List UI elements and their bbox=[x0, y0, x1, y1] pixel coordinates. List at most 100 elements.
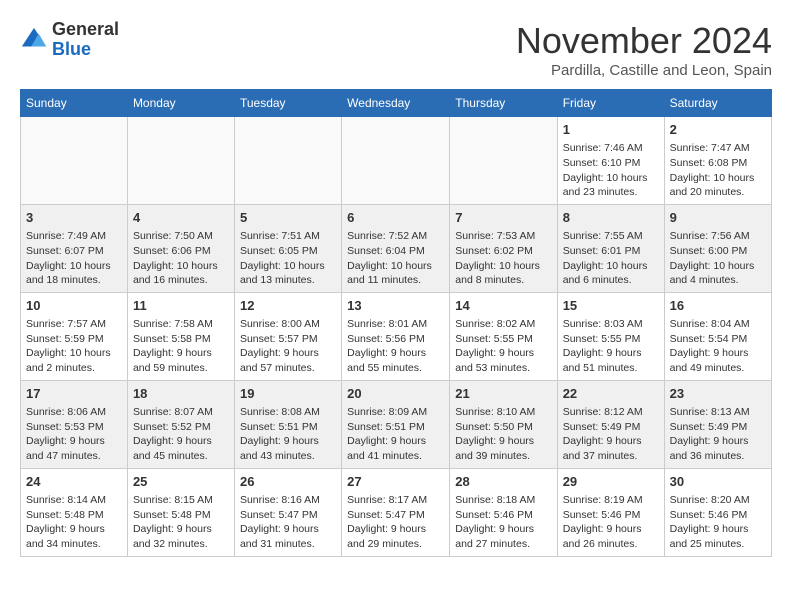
day-info: Sunset: 5:46 PM bbox=[563, 508, 659, 523]
weekday-header-thursday: Thursday bbox=[450, 90, 557, 117]
day-info: Sunset: 5:52 PM bbox=[133, 420, 229, 435]
day-info: Sunrise: 8:01 AM bbox=[347, 317, 444, 332]
calendar-week-4: 24Sunrise: 8:14 AMSunset: 5:48 PMDayligh… bbox=[21, 468, 772, 556]
day-number: 8 bbox=[563, 209, 659, 227]
day-info: Sunrise: 7:55 AM bbox=[563, 229, 659, 244]
day-number: 9 bbox=[670, 209, 766, 227]
calendar-table: SundayMondayTuesdayWednesdayThursdayFrid… bbox=[20, 89, 772, 557]
weekday-header-wednesday: Wednesday bbox=[342, 90, 450, 117]
day-number: 4 bbox=[133, 209, 229, 227]
day-number: 16 bbox=[670, 297, 766, 315]
calendar-cell: 5Sunrise: 7:51 AMSunset: 6:05 PMDaylight… bbox=[234, 204, 341, 292]
day-info: Sunset: 5:56 PM bbox=[347, 332, 444, 347]
day-number: 18 bbox=[133, 385, 229, 403]
day-info: Sunset: 6:08 PM bbox=[670, 156, 766, 171]
calendar-week-1: 3Sunrise: 7:49 AMSunset: 6:07 PMDaylight… bbox=[21, 204, 772, 292]
day-info: Sunrise: 8:03 AM bbox=[563, 317, 659, 332]
day-info: Daylight: 9 hours and 29 minutes. bbox=[347, 522, 444, 551]
day-number: 3 bbox=[26, 209, 122, 227]
day-info: Sunset: 6:04 PM bbox=[347, 244, 444, 259]
day-number: 7 bbox=[455, 209, 551, 227]
calendar-cell: 16 Sunrise: 8:04 AMSunset: 5:54 PMDayligh… bbox=[664, 292, 771, 380]
day-info: Sunset: 5:49 PM bbox=[670, 420, 766, 435]
day-info: Sunrise: 8:16 AM bbox=[240, 493, 336, 508]
weekday-header-saturday: Saturday bbox=[664, 90, 771, 117]
day-info: Sunset: 5:47 PM bbox=[240, 508, 336, 523]
day-info: Sunrise: 8:10 AM bbox=[455, 405, 551, 420]
day-info: Daylight: 10 hours and 8 minutes. bbox=[455, 259, 551, 288]
day-number: 21 bbox=[455, 385, 551, 403]
day-info: Sunrise: 8:14 AM bbox=[26, 493, 122, 508]
day-info: Sunset: 6:10 PM bbox=[563, 156, 659, 171]
day-info: Sunrise: 8:07 AM bbox=[133, 405, 229, 420]
day-number: 5 bbox=[240, 209, 336, 227]
day-info: Daylight: 9 hours and 36 minutes. bbox=[670, 434, 766, 463]
day-info: Sunset: 6:01 PM bbox=[563, 244, 659, 259]
day-info: Sunset: 5:54 PM bbox=[670, 332, 766, 347]
day-info: Sunset: 6:06 PM bbox=[133, 244, 229, 259]
calendar-cell: 13 Sunrise: 8:01 AMSunset: 5:56 PMDayligh… bbox=[342, 292, 450, 380]
day-info: Daylight: 9 hours and 57 minutes. bbox=[240, 346, 336, 375]
day-number: 2 bbox=[670, 121, 766, 139]
day-info: Daylight: 9 hours and 39 minutes. bbox=[455, 434, 551, 463]
weekday-header-friday: Friday bbox=[557, 90, 664, 117]
calendar-cell: 25Sunrise: 8:15 AMSunset: 5:48 PMDayligh… bbox=[127, 468, 234, 556]
header: General Blue November 2024 Pardilla, Cas… bbox=[20, 20, 772, 79]
day-info: Daylight: 10 hours and 23 minutes. bbox=[563, 171, 659, 200]
day-info: Sunrise: 7:52 AM bbox=[347, 229, 444, 244]
calendar-cell bbox=[127, 117, 234, 205]
calendar-cell: 28Sunrise: 8:18 AMSunset: 5:46 PMDayligh… bbox=[450, 468, 557, 556]
day-number: 26 bbox=[240, 473, 336, 491]
day-info: Daylight: 9 hours and 31 minutes. bbox=[240, 522, 336, 551]
day-info: Sunset: 5:50 PM bbox=[455, 420, 551, 435]
calendar-cell: 30Sunrise: 8:20 AMSunset: 5:46 PMDayligh… bbox=[664, 468, 771, 556]
day-number: 22 bbox=[563, 385, 659, 403]
day-info: Sunrise: 8:20 AM bbox=[670, 493, 766, 508]
day-info: Sunrise: 8:04 AM bbox=[670, 317, 766, 332]
weekday-header-monday: Monday bbox=[127, 90, 234, 117]
calendar-cell bbox=[450, 117, 557, 205]
day-info: Sunset: 6:07 PM bbox=[26, 244, 122, 259]
day-number: 25 bbox=[133, 473, 229, 491]
day-info: Sunset: 5:58 PM bbox=[133, 332, 229, 347]
day-info: Sunrise: 8:06 AM bbox=[26, 405, 122, 420]
day-info: Sunset: 6:05 PM bbox=[240, 244, 336, 259]
day-number: 15 bbox=[563, 297, 659, 315]
day-number: 13 bbox=[347, 297, 444, 315]
weekday-header-sunday: Sunday bbox=[21, 90, 128, 117]
calendar-cell bbox=[234, 117, 341, 205]
calendar-cell: 21 Sunrise: 8:10 AMSunset: 5:50 PMDayligh… bbox=[450, 380, 557, 468]
day-info: Sunrise: 8:09 AM bbox=[347, 405, 444, 420]
day-info: Daylight: 9 hours and 45 minutes. bbox=[133, 434, 229, 463]
calendar-body: 1Sunrise: 7:46 AMSunset: 6:10 PMDaylight… bbox=[21, 117, 772, 557]
calendar-cell bbox=[342, 117, 450, 205]
calendar-cell: 11Sunrise: 7:58 AMSunset: 5:58 PMDayligh… bbox=[127, 292, 234, 380]
day-info: Sunset: 5:47 PM bbox=[347, 508, 444, 523]
day-info: Sunrise: 7:50 AM bbox=[133, 229, 229, 244]
calendar-cell: 8Sunrise: 7:55 AMSunset: 6:01 PMDaylight… bbox=[557, 204, 664, 292]
calendar-cell: 9Sunrise: 7:56 AMSunset: 6:00 PMDaylight… bbox=[664, 204, 771, 292]
day-info: Sunrise: 8:12 AM bbox=[563, 405, 659, 420]
logo-general-text: General bbox=[52, 20, 119, 40]
calendar-cell: 27Sunrise: 8:17 AMSunset: 5:47 PMDayligh… bbox=[342, 468, 450, 556]
calendar-cell: 22Sunrise: 8:12 AMSunset: 5:49 PMDayligh… bbox=[557, 380, 664, 468]
day-info: Sunrise: 8:15 AM bbox=[133, 493, 229, 508]
day-info: Daylight: 9 hours and 49 minutes. bbox=[670, 346, 766, 375]
day-info: Daylight: 9 hours and 37 minutes. bbox=[563, 434, 659, 463]
day-info: Sunset: 5:51 PM bbox=[347, 420, 444, 435]
day-number: 14 bbox=[455, 297, 551, 315]
calendar-cell: 23Sunrise: 8:13 AMSunset: 5:49 PMDayligh… bbox=[664, 380, 771, 468]
day-info: Sunrise: 8:19 AM bbox=[563, 493, 659, 508]
calendar-cell: 10Sunrise: 7:57 AMSunset: 5:59 PMDayligh… bbox=[21, 292, 128, 380]
day-info: Sunset: 6:00 PM bbox=[670, 244, 766, 259]
calendar-cell: 18 Sunrise: 8:07 AMSunset: 5:52 PMDayligh… bbox=[127, 380, 234, 468]
calendar-cell: 6Sunrise: 7:52 AMSunset: 6:04 PMDaylight… bbox=[342, 204, 450, 292]
day-info: Daylight: 9 hours and 51 minutes. bbox=[563, 346, 659, 375]
day-info: Sunrise: 7:53 AM bbox=[455, 229, 551, 244]
day-info: Sunset: 5:55 PM bbox=[455, 332, 551, 347]
calendar-cell: 15Sunrise: 8:03 AMSunset: 5:55 PMDayligh… bbox=[557, 292, 664, 380]
day-info: Daylight: 9 hours and 55 minutes. bbox=[347, 346, 444, 375]
day-number: 27 bbox=[347, 473, 444, 491]
calendar-cell: 19Sunrise: 8:08 AMSunset: 5:51 PMDayligh… bbox=[234, 380, 341, 468]
day-number: 12 bbox=[240, 297, 336, 315]
